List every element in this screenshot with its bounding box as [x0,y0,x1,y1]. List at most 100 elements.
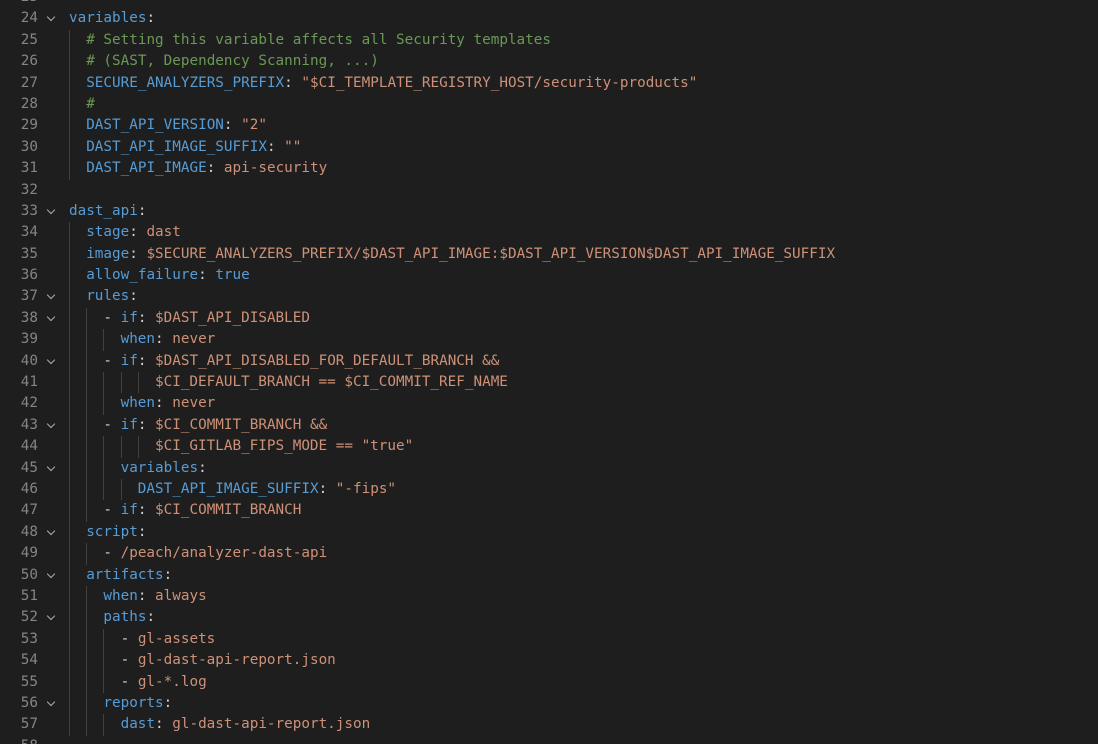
code-line[interactable]: 56 reports: [0,692,1098,715]
code-line[interactable]: 50 artifacts: [0,564,1098,586]
code-token: : [266,138,285,155]
code-text: when: always [103,586,206,607]
code-line[interactable]: 57 dast: gl-dast-api-report.json [0,714,1098,736]
indent-guide [69,650,70,672]
code-line[interactable]: 39 when: never [0,329,1098,351]
code-line[interactable]: 29 DAST_API_VERSION: "2" [0,115,1098,137]
code-line[interactable]: 38 - if: $DAST_API_DISABLED [0,307,1098,330]
code-line[interactable]: 37 rules: [0,286,1098,308]
indent-guide [69,692,70,715]
indent-guide [69,286,70,308]
indent-guide [69,372,70,394]
indent-guide [69,714,70,736]
code-token: : [137,587,156,604]
code-line[interactable]: 44 $CI_GITLAB_FIPS_MODE == "true" [0,436,1098,458]
line-number: 47 [20,502,38,519]
code-token: dast_api [69,202,138,219]
line-number: 58 [0,736,38,744]
code-token: /peach/analyzer-dast-api [120,545,328,562]
code-line[interactable]: 47 - if: $CI_COMMIT_BRANCH [0,500,1098,522]
fold-chevron-icon[interactable] [46,419,56,429]
code-line[interactable]: 58 [0,736,1098,744]
fold-chevron-icon[interactable] [46,13,56,22]
code-line[interactable]: 31 DAST_API_IMAGE: api-security [0,158,1098,180]
code-token: - [103,502,121,519]
indent-guide [120,436,122,458]
code-line[interactable]: 46 DAST_API_IMAGE_SUFFIX: "-fips" [0,478,1098,501]
fold-chevron-icon[interactable] [46,205,56,215]
code-line[interactable]: 28 # [0,93,1098,116]
line-number: 49 [20,545,38,562]
code-token: if [120,309,138,326]
code-editor[interactable]: 23 24 variables: 25 # Setting this variable … [0,0,1098,744]
code-line[interactable]: 49 - /peach/analyzer-dast-api [0,543,1098,565]
code-line[interactable]: 30 DAST_API_IMAGE_SUFFIX: "" [0,136,1098,159]
fold-chevron-icon[interactable] [46,291,56,300]
code-line[interactable]: 42 when: never [0,393,1098,415]
code-line[interactable]: 34 stage: dast [0,222,1098,244]
fold-chevron-icon[interactable] [46,569,56,578]
indent-guide [86,307,88,330]
code-line[interactable]: 33 dast_api: [0,201,1098,222]
fold-chevron-icon[interactable] [46,312,56,322]
code-token: SECURE_ANALYZERS_PREFIX [86,74,285,91]
code-text: - if: $DAST_API_DISABLED [103,308,310,329]
code-token: : [129,288,138,305]
code-line[interactable]: 24 variables: [0,8,1098,29]
code-line[interactable]: 32 [0,180,1098,201]
code-token: DAST_API_IMAGE [86,160,207,177]
indent-guide [69,115,70,137]
code-token: always [155,587,207,604]
code-token: never [172,395,216,412]
indent-guide [86,671,88,693]
indent-guide [86,414,88,437]
code-line[interactable]: 43 - if: $CI_COMMIT_BRANCH && [0,414,1098,437]
code-token: # (SAST, Dependency Scanning, ...) [86,53,379,70]
code-line[interactable]: 35 image: $SECURE_ANALYZERS_PREFIX/$DAST_… [0,243,1098,266]
line-number: 30 [20,138,38,155]
code-token: $DAST_API_DISABLED_FOR_DEFAULT_BRANCH && [155,352,500,369]
indent-guide [120,478,122,501]
code-line[interactable]: 25 # Setting this variable affects all Se… [0,29,1098,52]
code-token: DAST_API_IMAGE_SUFFIX [86,138,267,155]
indent-guide [69,307,70,330]
indent-guide [86,585,88,608]
line-number: 35 [20,245,38,262]
indent-guide [69,29,70,52]
code-token: : [129,245,147,262]
code-text: variables: [121,458,207,479]
code-line[interactable]: 36 allow_failure: true [0,265,1098,287]
code-line[interactable]: 40 - if: $DAST_API_DISABLED_FOR_DEFAULT_B… [0,350,1098,373]
line-number: 55 [20,673,38,690]
code-line[interactable]: 45 variables: [0,457,1098,479]
code-line[interactable]: 23 [0,0,1098,8]
code-token: script [86,523,138,540]
code-line[interactable]: 53 - gl-assets [0,628,1098,651]
code-text: dast: gl-dast-api-report.json [121,714,371,735]
code-token: dast [120,716,156,733]
indent-guide [103,671,105,693]
line-number: 25 [20,31,38,48]
code-text: # Setting this variable affects all Secu… [86,30,551,51]
indent-guide [103,628,105,651]
code-line[interactable]: 51 when: always [0,585,1098,608]
fold-chevron-icon[interactable] [46,697,56,707]
code-line[interactable]: 48 script: [0,521,1098,544]
code-line[interactable]: 26 # (SAST, Dependency Scanning, ...) [0,51,1098,73]
code-line[interactable]: 27 SECURE_ANALYZERS_PREFIX: "$CI_TEMPLATE… [0,72,1098,94]
fold-chevron-icon[interactable] [46,612,56,621]
indent-guide [69,222,70,244]
code-line[interactable]: 52 paths: [0,607,1098,629]
fold-chevron-icon[interactable] [46,355,56,364]
indent-guide [86,350,88,373]
code-line[interactable]: 54 - gl-dast-api-report.json [0,650,1098,672]
code-token: - [103,309,121,326]
fold-chevron-icon[interactable] [46,526,56,536]
code-text: # (SAST, Dependency Scanning, ...) [86,51,379,72]
code-token: reports [103,694,164,711]
fold-chevron-icon[interactable] [46,462,56,471]
code-line[interactable]: 41 $CI_DEFAULT_BRANCH == $CI_COMMIT_REF_N… [0,372,1098,394]
indent-guide [69,521,70,544]
code-token: allow_failure [86,267,199,284]
code-line[interactable]: 55 - gl-*.log [0,671,1098,693]
